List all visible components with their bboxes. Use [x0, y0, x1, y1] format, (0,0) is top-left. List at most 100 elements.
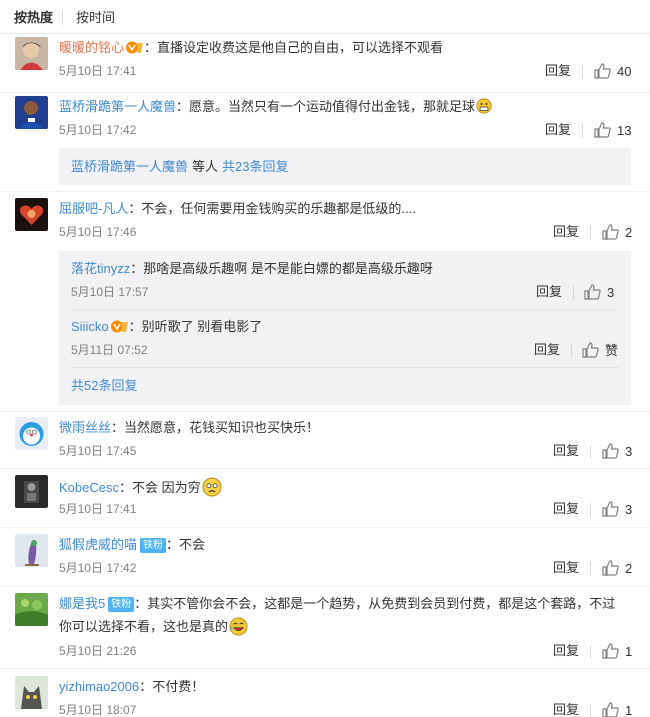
reply-button[interactable]: 回复: [553, 560, 579, 576]
like-button[interactable]: 1: [602, 702, 632, 717]
username-link[interactable]: 屈服吧-凡人: [59, 201, 128, 216]
reply-button[interactable]: 回复: [553, 702, 579, 717]
like-count: 1: [625, 703, 633, 717]
divider: [71, 309, 619, 310]
thumbs-up-icon: [602, 443, 619, 459]
comment-text: 其实不管你会不会，这都是一个趋势，从免费到会员到付费，都是这个套路，不过: [147, 596, 616, 611]
laugh-emoji-icon: [229, 617, 248, 636]
like-count: 2: [625, 225, 633, 240]
colon: ：: [130, 261, 144, 276]
like-count: 3: [607, 285, 615, 300]
grin-emoji-icon: [476, 98, 492, 114]
like-button[interactable]: 3: [602, 501, 632, 518]
divider: [590, 704, 591, 717]
username-link[interactable]: 落花tinyzz: [71, 261, 130, 276]
comment-line: 微雨丝丝：当然愿意，花钱买知识也买快乐！: [59, 419, 319, 437]
comment-time: 5月10日 17:46: [59, 225, 137, 239]
reply-button[interactable]: 回复: [545, 63, 571, 79]
avatar[interactable]: [15, 534, 48, 567]
reply-line: Siiicko ：别听歌了 别看电影了: [71, 318, 262, 336]
colon: ：: [128, 201, 142, 216]
avatar[interactable]: [15, 96, 48, 129]
like-button[interactable]: 3: [584, 284, 614, 301]
avatar[interactable]: [15, 593, 48, 626]
like-count: 3: [625, 502, 633, 517]
divider: [590, 503, 591, 517]
reply-button[interactable]: 回复: [553, 224, 579, 240]
reply-button[interactable]: 回复: [553, 501, 579, 517]
username-link[interactable]: 蓝桥滑跪第一人魔兽: [59, 99, 176, 114]
like-count: 1: [625, 644, 633, 659]
divider: [62, 11, 63, 25]
sort-by-time-tab[interactable]: 按时间: [76, 10, 115, 26]
thumbs-up-icon: [582, 342, 599, 358]
avatar[interactable]: [15, 676, 48, 709]
sort-by-hot-tab[interactable]: 按热度: [14, 10, 53, 26]
username-link[interactable]: Siiicko: [71, 319, 109, 334]
view-replies-link[interactable]: 蓝桥滑跪第一人魔兽 等人 共23条回复: [71, 159, 289, 175]
username-link[interactable]: 娜是我5: [59, 596, 105, 611]
sort-bar: 按热度 按时间: [0, 0, 650, 34]
like-button[interactable]: 40: [594, 63, 631, 80]
colon: ：: [144, 40, 158, 55]
divider: [590, 226, 591, 240]
divider: [582, 124, 583, 138]
reply-button[interactable]: 回复: [553, 443, 579, 459]
colon: ：: [118, 480, 132, 495]
username-link[interactable]: 暖暖的铭心: [59, 40, 124, 55]
reply-button[interactable]: 回复: [536, 284, 562, 300]
comment-line: 娜是我5 铁粉 ：其实不管你会不会，这都是一个趋势，从免费到会员到付费，都是这个套路…: [59, 595, 615, 613]
comment-line: KobeCesc：不会 因为穷: [59, 477, 222, 497]
reply-user-link[interactable]: 蓝桥滑跪第一人魔兽: [71, 159, 188, 174]
thumbs-up-icon: [602, 702, 619, 717]
thumbs-up-icon: [594, 122, 611, 138]
username-link[interactable]: yizhimao2006: [59, 679, 139, 694]
comment-item: 狐假虎威的喵 铁粉 ：不会 5月10日 17:42 回复 2: [0, 534, 650, 587]
reply-button[interactable]: 回复: [553, 643, 579, 659]
reply-text: 别听歌了 别看电影了: [141, 319, 263, 334]
sad-emoji-icon: [202, 477, 222, 497]
like-button[interactable]: 赞: [582, 342, 618, 359]
thumbs-up-icon: [602, 560, 619, 576]
comment-time: 5月10日 17:41: [59, 64, 137, 78]
like-count: 13: [617, 123, 632, 138]
thumbs-up-icon: [602, 224, 619, 240]
avatar[interactable]: [15, 417, 48, 450]
comment-time: 5月10日 17:42: [59, 561, 137, 575]
like-button[interactable]: 2: [602, 224, 632, 241]
comment-text-continued: 你可以选择不看，这也是真的: [59, 619, 229, 634]
vip-badge-icon: [126, 41, 144, 54]
reply-others-label: 等人: [192, 159, 219, 174]
username-link[interactable]: 狐假虎威的喵: [59, 537, 137, 552]
reply-count-link[interactable]: 共23条回复: [222, 159, 288, 174]
comment-line: 暖暖的铭心 ：直播设定收费这是他自己的自由，可以选择不观看: [59, 39, 443, 57]
reply-text: 那啥是高级乐趣啊 是不是能白嫖的都是高级乐趣呀: [143, 261, 433, 276]
colon: ：: [134, 596, 148, 611]
fan-badge: 铁粉: [140, 538, 167, 553]
avatar[interactable]: [15, 475, 48, 508]
like-button[interactable]: 1: [602, 643, 632, 660]
avatar[interactable]: [15, 198, 48, 231]
colon: ：: [176, 99, 190, 114]
comment-text: 不会，任何需要用金钱购买的乐趣都是低级的....: [141, 201, 416, 216]
divider: [571, 344, 572, 358]
reply-time: 5月11日 07:52: [71, 343, 148, 357]
like-button[interactable]: 2: [602, 560, 632, 577]
reply-line: 落花tinyzz：那啥是高级乐趣啊 是不是能白嫖的都是高级乐趣呀: [71, 260, 433, 278]
view-all-replies-link[interactable]: 共52条回复: [71, 378, 137, 394]
divider: [590, 445, 591, 459]
like-count: 2: [625, 561, 633, 576]
divider: [71, 367, 619, 368]
comment-text: 直播设定收费这是他自己的自由，可以选择不观看: [157, 40, 444, 55]
comment-line: yizhimao2006：不付费！: [59, 678, 204, 696]
reply-button[interactable]: 回复: [545, 122, 571, 138]
divider: [582, 65, 583, 79]
reply-button[interactable]: 回复: [534, 342, 560, 358]
username-link[interactable]: KobeCesc: [59, 480, 119, 495]
comment-time: 5月10日 17:41: [59, 502, 137, 516]
username-link[interactable]: 微雨丝丝: [59, 420, 111, 435]
avatar[interactable]: [15, 37, 48, 70]
like-button[interactable]: 3: [602, 443, 632, 460]
comment-line: 屈服吧-凡人：不会，任何需要用金钱购买的乐趣都是低级的....: [59, 200, 416, 218]
like-button[interactable]: 13: [594, 122, 631, 139]
